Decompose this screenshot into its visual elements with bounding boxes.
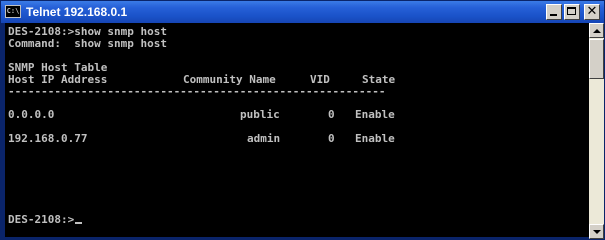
row-ip: 192.168.0.77 — [8, 132, 88, 145]
row-state: Enable — [355, 132, 395, 145]
scroll-down-button[interactable] — [589, 224, 604, 239]
row-community: admin — [247, 132, 281, 145]
telnet-window: C:\ Telnet 192.168.0.1 ✕ DES-2108:>show … — [0, 0, 605, 240]
window-title: Telnet 192.168.0.1 — [26, 5, 128, 19]
row-vid: 0 — [328, 132, 335, 145]
row-vid: 0 — [328, 108, 335, 121]
arrow-up-icon — [593, 29, 601, 33]
maximize-button[interactable] — [564, 4, 580, 20]
console-icon[interactable]: C:\ — [5, 5, 21, 18]
arrow-down-icon — [593, 230, 601, 234]
close-icon: ✕ — [586, 4, 598, 19]
console-output[interactable]: DES-2108:>show snmp host Command: show s… — [5, 23, 589, 237]
command-echo: Command: show snmp host — [8, 37, 167, 50]
text-cursor — [75, 222, 83, 224]
scroll-thumb[interactable] — [589, 39, 604, 79]
minimize-button[interactable] — [546, 4, 562, 20]
scroll-up-button[interactable] — [589, 23, 604, 38]
row-ip: 0.0.0.0 — [8, 108, 55, 121]
row-state: Enable — [355, 108, 395, 121]
title-bar[interactable]: C:\ Telnet 192.168.0.1 ✕ — [1, 1, 604, 23]
final-prompt: DES-2108:> — [8, 213, 75, 226]
minimize-icon — [550, 14, 557, 16]
prompt-line: DES-2108:> — [8, 213, 83, 226]
table-separator: ----------------------------------------… — [8, 85, 386, 98]
maximize-icon — [567, 7, 576, 15]
close-button[interactable]: ✕ — [584, 4, 600, 20]
vertical-scrollbar[interactable] — [589, 23, 604, 239]
row-community: public — [240, 108, 280, 121]
